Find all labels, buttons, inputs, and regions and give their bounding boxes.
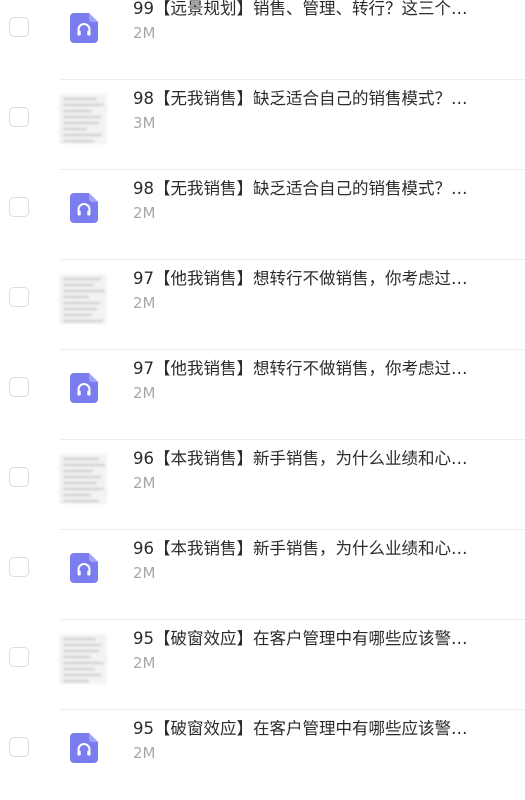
file-list: 99【远景规划】销售、管理、转行？这三个… 2M 98【无我销售】缺乏适合自己的…	[0, 0, 525, 774]
audio-file-icon	[70, 193, 98, 223]
audio-file-icon	[70, 373, 98, 403]
document-thumbnail	[59, 454, 107, 504]
file-size: 2M	[133, 384, 156, 402]
file-title[interactable]: 96【本我销售】新手销售，为什么业绩和心…	[133, 445, 503, 469]
file-title[interactable]: 95【破窗效应】在客户管理中有哪些应该警…	[133, 625, 503, 649]
select-checkbox[interactable]	[9, 107, 29, 127]
file-size: 2M	[133, 24, 156, 42]
file-row[interactable]: 96【本我销售】新手销售，为什么业绩和心… 2M	[0, 440, 525, 530]
file-title[interactable]: 99【远景规划】销售、管理、转行？这三个…	[133, 0, 503, 19]
file-title[interactable]: 97【他我销售】想转行不做销售，你考虑过…	[133, 265, 503, 289]
file-row[interactable]: 98【无我销售】缺乏适合自己的销售模式？… 3M	[0, 80, 525, 170]
file-row[interactable]: 99【远景规划】销售、管理、转行？这三个… 2M	[0, 0, 525, 80]
document-thumbnail	[59, 634, 107, 684]
select-checkbox[interactable]	[9, 197, 29, 217]
file-size: 2M	[133, 654, 156, 672]
file-row[interactable]: 97【他我销售】想转行不做销售，你考虑过… 2M	[0, 350, 525, 440]
file-title[interactable]: 95【破窗效应】在客户管理中有哪些应该警…	[133, 715, 503, 739]
select-checkbox[interactable]	[9, 647, 29, 667]
file-row[interactable]: 97【他我销售】想转行不做销售，你考虑过… 2M	[0, 260, 525, 350]
file-title[interactable]: 97【他我销售】想转行不做销售，你考虑过…	[133, 355, 503, 379]
file-title[interactable]: 96【本我销售】新手销售，为什么业绩和心…	[133, 535, 503, 559]
file-size: 2M	[133, 204, 156, 222]
select-checkbox[interactable]	[9, 377, 29, 397]
file-size: 2M	[133, 564, 156, 582]
audio-file-icon	[70, 733, 98, 763]
file-size: 2M	[133, 744, 156, 762]
select-checkbox[interactable]	[9, 557, 29, 577]
file-title[interactable]: 98【无我销售】缺乏适合自己的销售模式？…	[133, 85, 503, 109]
select-checkbox[interactable]	[9, 287, 29, 307]
select-checkbox[interactable]	[9, 737, 29, 757]
file-title[interactable]: 98【无我销售】缺乏适合自己的销售模式？…	[133, 175, 503, 199]
file-size: 2M	[133, 474, 156, 492]
document-thumbnail	[59, 94, 107, 144]
select-checkbox[interactable]	[9, 17, 29, 37]
document-thumbnail	[59, 274, 107, 324]
audio-file-icon	[70, 553, 98, 583]
file-size: 2M	[133, 294, 156, 312]
file-size: 3M	[133, 114, 156, 132]
file-row[interactable]: 95【破窗效应】在客户管理中有哪些应该警… 2M	[0, 620, 525, 710]
audio-file-icon	[70, 13, 98, 43]
file-row[interactable]: 96【本我销售】新手销售，为什么业绩和心… 2M	[0, 530, 525, 620]
select-checkbox[interactable]	[9, 467, 29, 487]
file-row[interactable]: 95【破窗效应】在客户管理中有哪些应该警… 2M	[0, 710, 525, 800]
file-row[interactable]: 98【无我销售】缺乏适合自己的销售模式？… 2M	[0, 170, 525, 260]
